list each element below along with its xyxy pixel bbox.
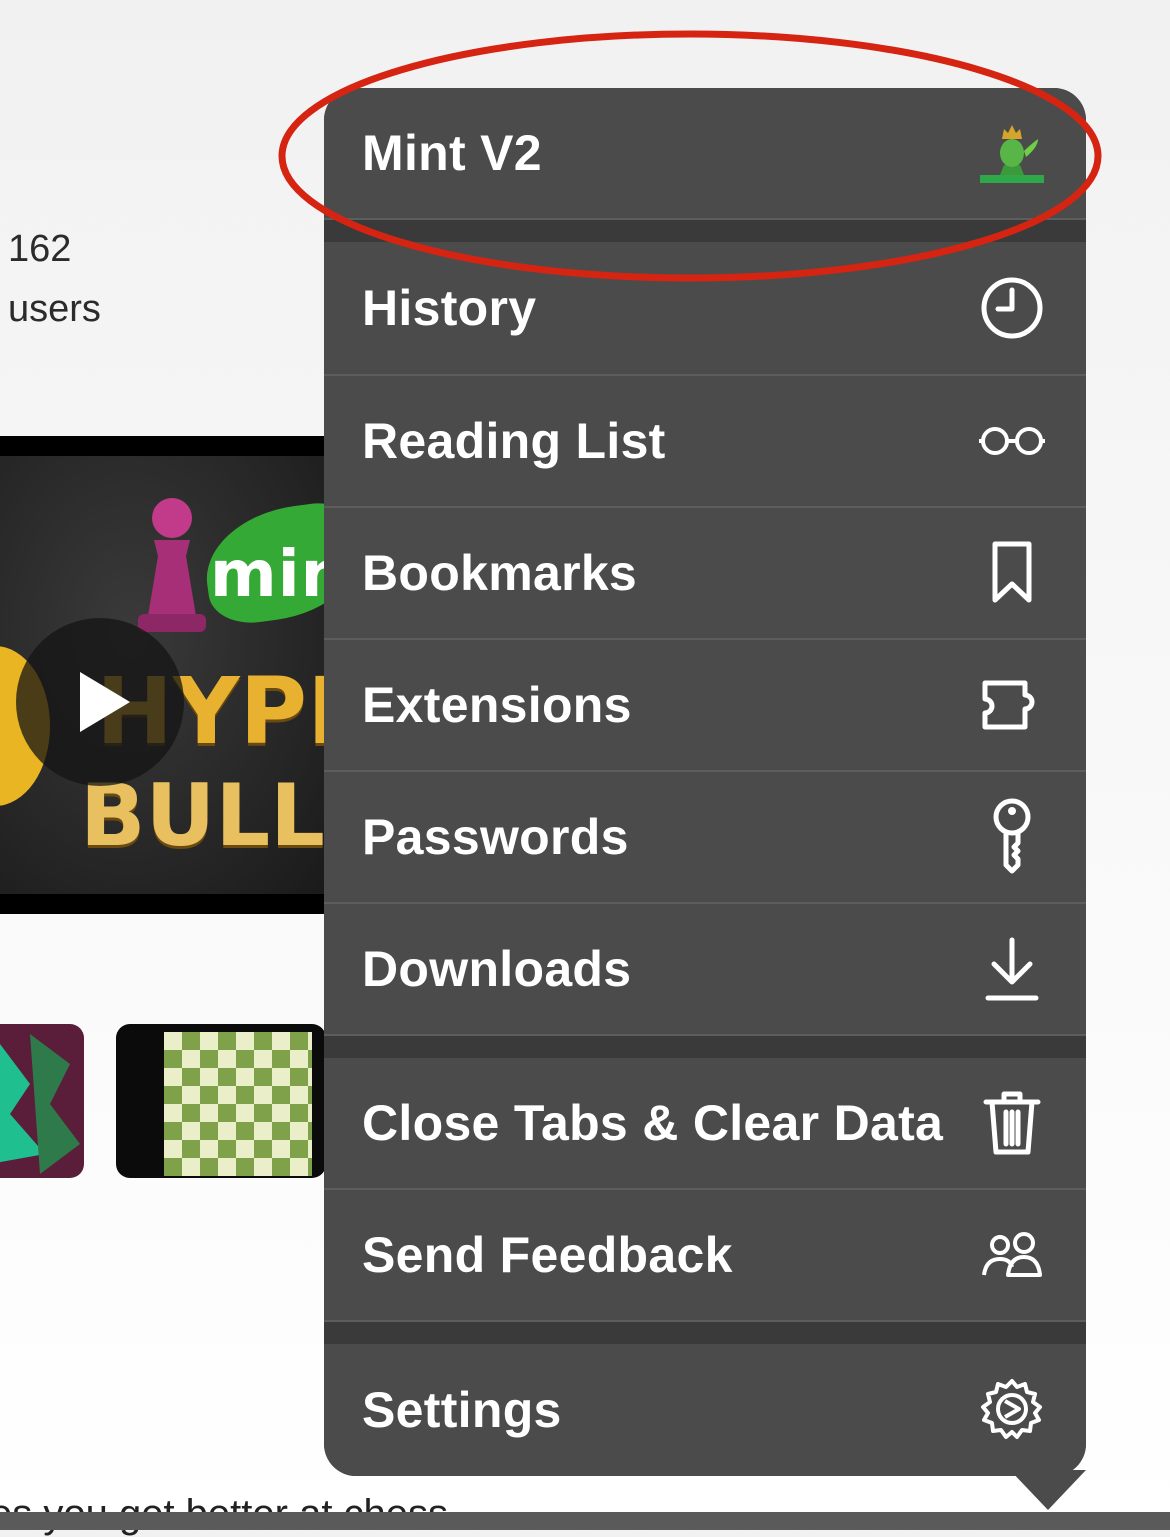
gear-icon — [976, 1374, 1048, 1446]
user-count-number: 162 — [8, 228, 72, 270]
mint-chess-king-icon — [976, 117, 1048, 189]
menu-item-label: Close Tabs & Clear Data — [362, 1095, 944, 1151]
play-icon — [80, 672, 130, 732]
menu-item-label: Passwords — [362, 809, 629, 865]
trash-icon — [976, 1087, 1048, 1159]
menu-item-label: Bookmarks — [362, 545, 638, 601]
browser-menu: Mint V2 History Reading List Bookmarks E… — [324, 88, 1086, 1476]
menu-item-label: History — [362, 280, 537, 336]
menu-item-label: Send Feedback — [362, 1227, 733, 1283]
menu-pointer — [1010, 1470, 1086, 1510]
people-icon — [976, 1219, 1048, 1291]
menu-item-settings[interactable]: Settings — [324, 1344, 1086, 1476]
toolbar-edge — [0, 1512, 1170, 1530]
profile-label: Mint V2 — [362, 125, 542, 181]
menu-item-extensions[interactable]: Extensions — [324, 640, 1086, 770]
user-count-label: users — [8, 288, 101, 330]
menu-item-close-tabs[interactable]: Close Tabs & Clear Data — [324, 1058, 1086, 1188]
key-icon — [976, 798, 1048, 874]
menu-item-reading-list[interactable]: Reading List — [324, 376, 1086, 506]
play-button[interactable] — [16, 618, 184, 786]
screenshot-thumbnail[interactable] — [116, 1024, 326, 1178]
menu-item-passwords[interactable]: Passwords — [324, 772, 1086, 902]
menu-item-label: Extensions — [362, 677, 632, 733]
bookmark-icon — [976, 537, 1048, 609]
menu-item-label: Downloads — [362, 941, 632, 997]
profile-item[interactable]: Mint V2 — [324, 88, 1086, 218]
menu-item-bookmarks[interactable]: Bookmarks — [324, 508, 1086, 638]
clock-icon — [976, 272, 1048, 344]
menu-item-send-feedback[interactable]: Send Feedback — [324, 1190, 1086, 1320]
video-title-mint: min — [210, 538, 326, 612]
menu-item-history[interactable]: History — [324, 242, 1086, 374]
menu-item-downloads[interactable]: Downloads — [324, 904, 1086, 1034]
download-icon — [976, 933, 1048, 1005]
menu-item-label: Settings — [362, 1382, 562, 1438]
glasses-icon — [976, 405, 1048, 477]
video-thumbnail[interactable]: min HYPE BULL — [0, 436, 326, 914]
menu-item-label: Reading List — [362, 413, 666, 469]
screenshot-thumbnail[interactable] — [0, 1024, 84, 1178]
puzzle-icon — [976, 669, 1048, 741]
